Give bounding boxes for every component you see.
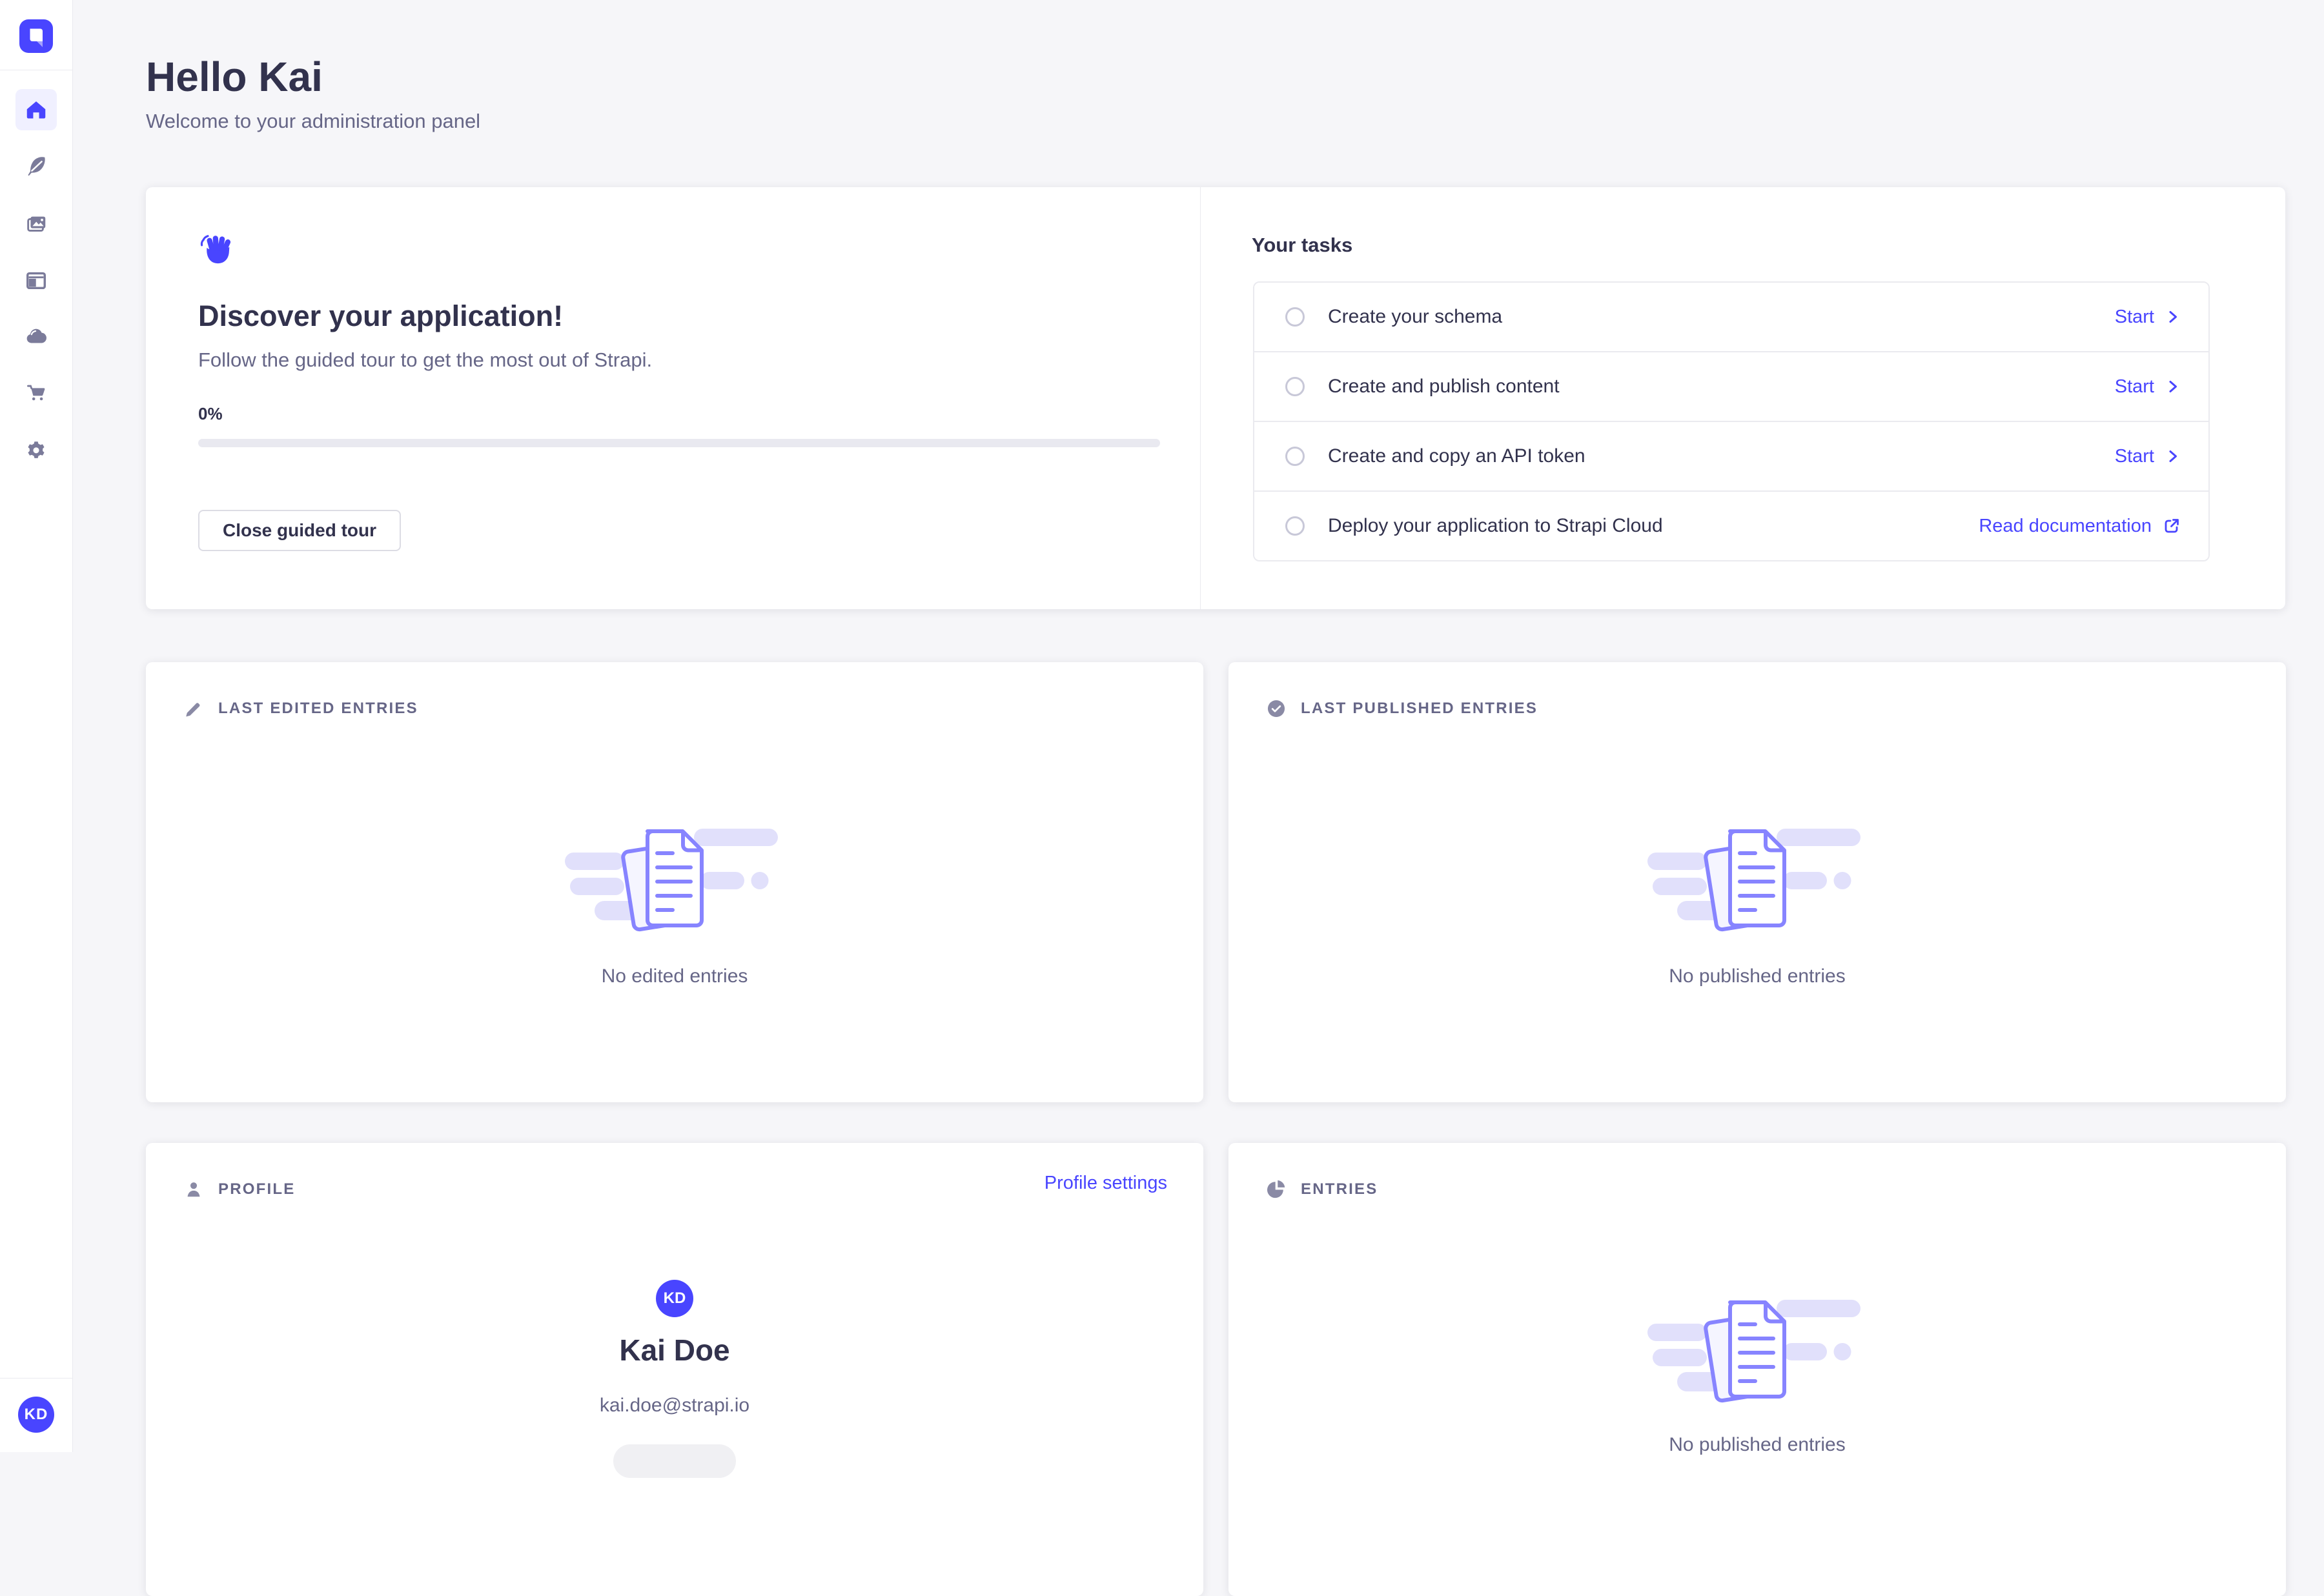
tasks-title: Your tasks	[1252, 234, 1352, 257]
task-row-deploy-cloud: Deploy your application to Strapi Cloud …	[1254, 492, 2208, 560]
sidebar-item-media-library[interactable]	[15, 203, 57, 245]
task-row-api-token: Create and copy an API token Start	[1254, 422, 2208, 492]
card-header: LAST EDITED ENTRIES	[182, 694, 418, 723]
card-header-label: LAST PUBLISHED ENTRIES	[1301, 700, 1538, 718]
pencil-icon	[182, 697, 205, 720]
profile-name: Kai Doe	[146, 1333, 1203, 1368]
empty-documents-illustration	[1647, 1293, 1867, 1409]
discover-title: Discover your application!	[198, 299, 563, 333]
task-status-circle	[1285, 447, 1305, 466]
last-published-entries-card: LAST PUBLISHED ENTRIES No published entr…	[1228, 662, 2286, 1102]
empty-state-caption: No published entries	[1228, 1434, 2286, 1456]
check-circle-icon	[1265, 697, 1288, 720]
task-start-link[interactable]: Start	[2115, 446, 2181, 467]
card-header: LAST PUBLISHED ENTRIES	[1265, 694, 1538, 723]
home-icon	[24, 97, 48, 122]
card-header-label: ENTRIES	[1301, 1180, 1378, 1198]
task-label: Create your schema	[1328, 306, 1502, 328]
profile-settings-link[interactable]: Profile settings	[1045, 1173, 1167, 1194]
waving-hand-icon	[198, 231, 238, 271]
sidebar-divider	[0, 1378, 72, 1379]
progress-label: 0%	[198, 404, 223, 424]
entries-card: ENTRIES No published entries	[1228, 1143, 2286, 1596]
discover-section: Discover your application! Follow the gu…	[146, 187, 1201, 609]
external-link-icon	[2162, 516, 2181, 536]
task-label: Create and publish content	[1328, 376, 1560, 398]
empty-documents-illustration	[1647, 822, 1867, 938]
chevron-right-icon	[2165, 308, 2181, 325]
task-start-link[interactable]: Start	[2115, 376, 2181, 398]
task-status-circle	[1285, 307, 1305, 327]
last-edited-entries-card: LAST EDITED ENTRIES No edited entries	[146, 662, 1203, 1102]
empty-state-caption: No published entries	[1228, 965, 2286, 987]
task-row-publish-content: Create and publish content Start	[1254, 352, 2208, 422]
task-action-label: Start	[2115, 376, 2154, 398]
feather-icon	[24, 154, 48, 178]
sidebar-item-marketplace[interactable]	[15, 372, 57, 413]
task-action-label: Start	[2115, 307, 2154, 328]
profile-role-badge	[613, 1444, 736, 1478]
empty-documents-illustration	[565, 822, 784, 938]
discover-subtitle: Follow the guided tour to get the most o…	[198, 348, 652, 372]
task-start-link[interactable]: Start	[2115, 307, 2181, 328]
cart-icon	[24, 380, 48, 405]
progress-bar	[198, 439, 1160, 447]
chart-pie-icon	[1265, 1178, 1288, 1201]
task-action-label: Start	[2115, 446, 2154, 467]
empty-state-caption: No edited entries	[146, 965, 1203, 987]
strapi-logo[interactable]	[19, 19, 53, 53]
close-guided-tour-button[interactable]: Close guided tour	[198, 510, 401, 551]
guided-tour-card: Discover your application! Follow the gu…	[146, 187, 2285, 609]
user-avatar[interactable]: KD	[18, 1397, 54, 1433]
task-read-documentation-link[interactable]: Read documentation	[1979, 516, 2181, 537]
task-status-circle	[1285, 377, 1305, 396]
sidebar-item-home[interactable]	[15, 89, 57, 130]
media-library-icon	[24, 212, 48, 236]
profile-card: PROFILE Profile settings KD Kai Doe kai.…	[146, 1143, 1203, 1596]
tasks-section: Your tasks Create your schema Start Crea…	[1201, 187, 2285, 609]
chevron-right-icon	[2165, 448, 2181, 465]
task-status-circle	[1285, 516, 1305, 536]
task-action-label: Read documentation	[1979, 516, 2152, 537]
person-icon	[182, 1178, 205, 1201]
card-header: PROFILE	[182, 1175, 295, 1204]
sidebar-item-settings[interactable]	[15, 430, 57, 471]
sidebar-item-content-manager[interactable]	[15, 145, 57, 187]
card-header-label: PROFILE	[218, 1180, 295, 1198]
task-label: Deploy your application to Strapi Cloud	[1328, 515, 1663, 537]
sidebar-item-cloud[interactable]	[15, 316, 57, 357]
gear-icon	[24, 438, 48, 463]
card-header-label: LAST EDITED ENTRIES	[218, 700, 418, 718]
profile-email: kai.doe@strapi.io	[146, 1395, 1203, 1417]
card-header: ENTRIES	[1265, 1175, 1378, 1204]
task-label: Create and copy an API token	[1328, 445, 1585, 467]
page-title: Hello Kai	[146, 52, 323, 102]
sidebar: KD	[0, 0, 73, 1452]
sidebar-item-content-type-builder[interactable]	[15, 259, 57, 301]
chevron-right-icon	[2165, 378, 2181, 395]
tasks-list: Create your schema Start Create and publ…	[1253, 281, 2210, 561]
layout-icon	[24, 268, 48, 292]
cloud-icon	[24, 324, 48, 348]
page-subtitle: Welcome to your administration panel	[146, 110, 480, 133]
profile-avatar: KD	[656, 1280, 693, 1317]
strapi-logo-icon	[19, 19, 53, 53]
task-row-create-schema: Create your schema Start	[1254, 283, 2208, 352]
